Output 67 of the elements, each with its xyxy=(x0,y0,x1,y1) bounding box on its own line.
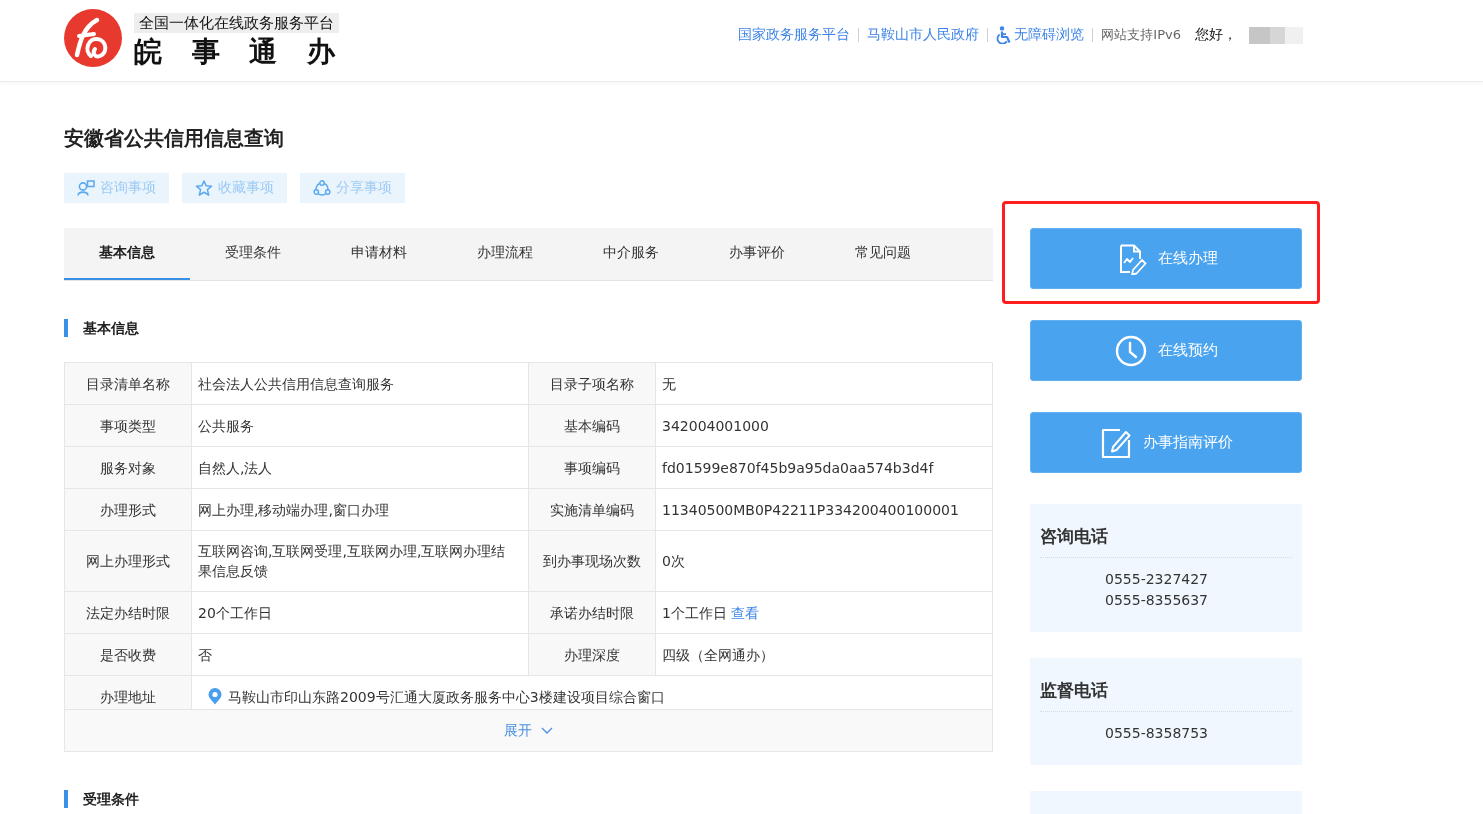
field-value: fd01599e870f45b9a95da0aa574b3d4f xyxy=(662,458,934,478)
field-label: 基本编码 xyxy=(529,405,656,447)
field-value: 四级（全网通办） xyxy=(662,645,774,665)
section-heading: 基本信息 xyxy=(64,319,993,337)
platform-subtitle: 全国一体化在线政务服务平台 xyxy=(134,13,339,33)
ipv6-note: 网站支持IPv6 xyxy=(1101,26,1181,44)
field-label: 服务对象 xyxy=(65,447,192,489)
field-label: 事项类型 xyxy=(65,405,192,447)
header-link[interactable]: 国家政务服务平台 xyxy=(738,26,851,44)
share-icon xyxy=(313,180,331,196)
tab[interactable]: 常见问题 xyxy=(820,228,946,280)
field-label: 网上办理形式 xyxy=(65,531,192,592)
field-value: 342004001000 xyxy=(662,416,769,436)
field-value: 自然人,法人 xyxy=(198,458,273,478)
expand-button[interactable]: 展开 xyxy=(64,709,993,752)
field-value: 否 xyxy=(198,645,212,665)
field-value: 1个工作日 xyxy=(662,603,727,623)
field-label: 目录子项名称 xyxy=(529,363,656,405)
phone-number: 0555-2327427 xyxy=(1104,570,1210,589)
star-icon xyxy=(195,180,213,196)
field-label: 到办事现场次数 xyxy=(529,531,656,592)
accessibility-link[interactable]: 无障碍浏览 xyxy=(996,26,1085,44)
field-label: 是否收费 xyxy=(65,634,192,676)
field-value: 无 xyxy=(662,374,676,394)
field-value: 20个工作日 xyxy=(198,603,272,623)
field-value: 0次 xyxy=(662,552,685,571)
tab[interactable]: 办理流程 xyxy=(442,228,568,280)
tab[interactable]: 基本信息 xyxy=(64,228,190,280)
edit-icon xyxy=(1099,426,1132,459)
field-label: 事项编码 xyxy=(529,447,656,489)
field-label: 办理深度 xyxy=(529,634,656,676)
chevron-down-icon xyxy=(541,727,553,734)
field-value: 公共服务 xyxy=(198,416,254,436)
location-pin-icon xyxy=(208,688,222,705)
person-chat-icon xyxy=(77,180,95,196)
field-label: 承诺办结时限 xyxy=(529,592,656,634)
field-label: 办理地址 xyxy=(65,676,192,709)
tab[interactable]: 中介服务 xyxy=(568,228,694,280)
tab[interactable]: 办事评价 xyxy=(694,228,820,280)
field-value: 互联网咨询,互联网受理,互联网办理,互联网办理结果信息反馈 xyxy=(198,542,507,581)
view-link[interactable]: 查看 xyxy=(730,602,759,623)
field-value: 网上办理,移动端办理,窗口办理 xyxy=(198,500,389,520)
tab[interactable]: 申请材料 xyxy=(316,228,442,280)
header-link[interactable]: 马鞍山市人民政府 xyxy=(867,26,980,44)
site-title: 皖 事 通 办 xyxy=(134,35,346,69)
phone-number: 0555-8358753 xyxy=(1104,724,1210,743)
field-value: 马鞍山市印山东路2009号汇通大厦政务服务中心3楼建设项目综合窗口 xyxy=(228,687,665,707)
field-label: 法定办结时限 xyxy=(65,592,192,634)
section-heading: 受理条件 xyxy=(64,790,993,808)
field-value: 社会法人公共信用信息查询服务 xyxy=(198,374,394,394)
side-action-button[interactable]: 办事指南评价 xyxy=(1030,412,1302,473)
field-label: 办理形式 xyxy=(65,489,192,531)
wheelchair-icon xyxy=(996,26,1013,44)
side-action-button[interactable]: 在线办理 xyxy=(1030,228,1302,289)
clock-icon xyxy=(1114,334,1147,367)
logo-icon xyxy=(64,9,122,67)
side-action-button[interactable]: 在线预约 xyxy=(1030,320,1302,381)
tab[interactable]: 受理条件 xyxy=(190,228,316,280)
field-value: 11340500MB0P42211P334200400100001 xyxy=(662,500,959,520)
field-label: 实施清单编码 xyxy=(529,489,656,531)
page-title: 安徽省公共信用信息查询 xyxy=(64,125,285,152)
card-title: 监督电话 xyxy=(1040,680,1109,700)
card-title: 咨询电话 xyxy=(1040,526,1109,546)
field-label: 目录清单名称 xyxy=(65,363,192,405)
phone-number: 0555-8355637 xyxy=(1104,591,1210,610)
greeting-text: 您好， xyxy=(1195,26,1237,44)
blurred-name-placeholder xyxy=(1249,26,1303,44)
